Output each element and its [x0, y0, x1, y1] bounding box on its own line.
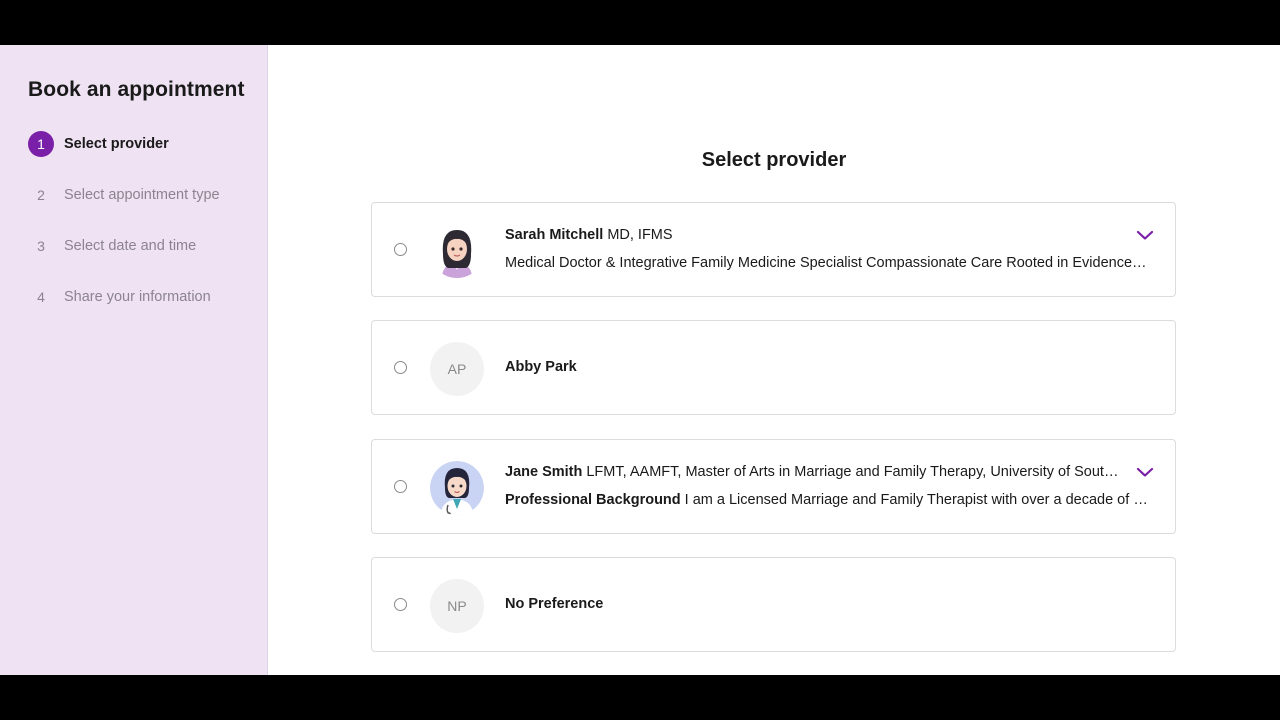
step-number: 3	[37, 238, 45, 254]
step-number: 1	[28, 131, 54, 157]
provider-radio[interactable]	[394, 480, 407, 493]
letterbox-bottom	[0, 675, 1280, 720]
step-share-information[interactable]: 4 Share your information	[28, 284, 258, 310]
page-title: Select provider	[701, 149, 847, 171]
step-number: 2	[37, 187, 45, 203]
letterbox-top	[0, 0, 1280, 45]
provider-description-line: Professional Background I am a Licensed M…	[505, 492, 1150, 508]
avatar-initials: AP	[430, 342, 484, 396]
avatar	[430, 224, 484, 278]
step-label: Select provider	[64, 136, 169, 152]
provider-name-line: Abby Park	[505, 359, 1125, 375]
step-select-date-time[interactable]: 3 Select date and time	[28, 233, 258, 259]
step-number: 4	[37, 289, 45, 305]
provider-card-no-preference[interactable]: NP No Preference	[371, 557, 1176, 652]
provider-name: Abby Park	[505, 359, 577, 375]
provider-card-abby-park[interactable]: AP Abby Park	[371, 320, 1176, 415]
provider-name: Jane Smith	[505, 464, 583, 480]
step-select-appointment-type[interactable]: 2 Select appointment type	[28, 182, 258, 208]
step-label: Select appointment type	[64, 187, 220, 203]
sidebar: Book an appointment 1 Select provider 2 …	[0, 45, 268, 675]
provider-description: Medical Doctor & Integrative Family Medi…	[505, 255, 1150, 271]
provider-name-line: No Preference	[505, 596, 1125, 612]
provider-card-jane-smith[interactable]: Jane Smith LFMT, AAMFT, Master of Arts in…	[371, 439, 1176, 534]
provider-name: No Preference	[505, 596, 604, 612]
description-label: Professional Background	[505, 492, 681, 508]
provider-name: Sarah Mitchell	[505, 227, 604, 243]
provider-name-line: Jane Smith LFMT, AAMFT, Master of Arts in…	[505, 464, 1125, 480]
provider-name-line: Sarah Mitchell MD, IFMS	[505, 227, 1125, 243]
avatar	[430, 461, 484, 515]
chevron-down-icon[interactable]	[1136, 466, 1154, 478]
booking-app: Book an appointment 1 Select provider 2 …	[0, 45, 1280, 675]
avatar-initials: NP	[430, 579, 484, 633]
provider-radio[interactable]	[394, 243, 407, 256]
provider-card-sarah-mitchell[interactable]: Sarah Mitchell MD, IFMS Medical Doctor & …	[371, 202, 1176, 297]
provider-credentials: LFMT, AAMFT, Master of Arts in Marriage …	[586, 464, 1125, 480]
step-select-provider[interactable]: 1 Select provider	[28, 131, 258, 157]
provider-radio[interactable]	[394, 598, 407, 611]
chevron-down-icon[interactable]	[1136, 229, 1154, 241]
provider-radio[interactable]	[394, 361, 407, 374]
sidebar-title: Book an appointment	[28, 78, 245, 101]
step-label: Share your information	[64, 289, 211, 305]
step-label: Select date and time	[64, 238, 197, 254]
provider-description: I am a Licensed Marriage and Family Ther…	[684, 492, 1150, 508]
provider-credentials: MD, IFMS	[607, 227, 673, 243]
